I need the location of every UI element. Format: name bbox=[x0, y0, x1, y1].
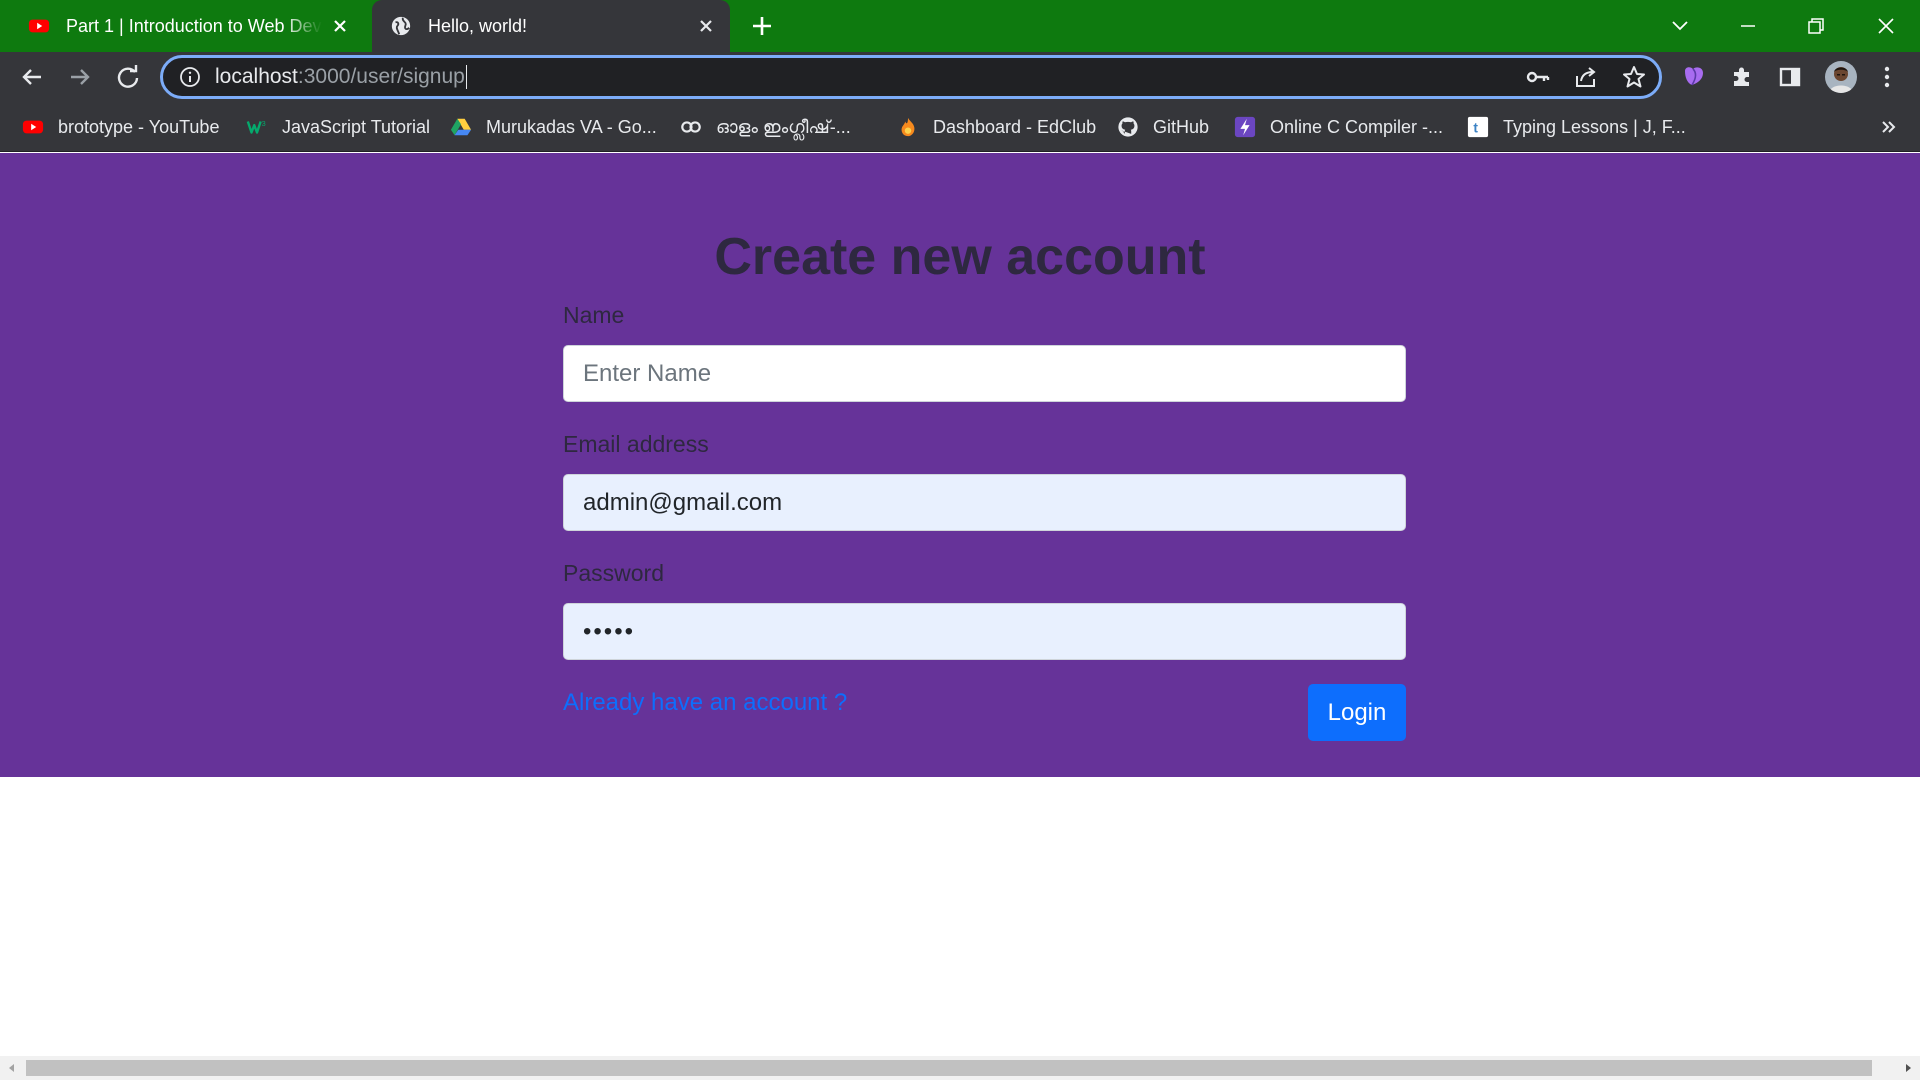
signup-page: Create new account Name Email address Pa… bbox=[0, 153, 1920, 777]
avatar-image bbox=[1825, 61, 1857, 93]
address-bar[interactable]: localhost:3000/user/signup bbox=[160, 55, 1662, 99]
bookmark-olam[interactable]: ഓളം ഇംഗ്ലീഷ്-... bbox=[680, 102, 851, 152]
email-input[interactable] bbox=[563, 474, 1406, 531]
scroll-left-icon[interactable] bbox=[4, 1060, 20, 1076]
menu-kebab-icon[interactable] bbox=[1871, 61, 1903, 93]
typing-icon: t bbox=[1467, 116, 1489, 138]
tab-youtube[interactable]: Part 1 | Introduction to Web Development bbox=[0, 0, 364, 52]
github-icon bbox=[1118, 117, 1138, 137]
side-panel-icon[interactable] bbox=[1774, 61, 1806, 93]
edclub-icon bbox=[901, 117, 915, 137]
info-icon[interactable] bbox=[179, 66, 201, 88]
bookmarks-bar: brototype - YouTube 3 JavaScript Tutoria… bbox=[0, 102, 1920, 152]
bookmark-star-icon[interactable] bbox=[1621, 64, 1647, 90]
bookmark-label: ഓളം ഇംഗ്ലീഷ്-... bbox=[716, 116, 851, 137]
tab-title: Part 1 | Introduction to Web Development bbox=[66, 15, 322, 36]
svg-text:t: t bbox=[1473, 121, 1478, 136]
extension-color-icon[interactable] bbox=[1678, 61, 1710, 93]
bookmark-edclub[interactable]: Dashboard - EdClub bbox=[897, 102, 1096, 152]
url-host: localhost bbox=[215, 64, 298, 88]
bookmark-label: JavaScript Tutorial bbox=[282, 116, 431, 137]
scroll-right-icon[interactable] bbox=[1900, 1060, 1916, 1076]
svg-text:3: 3 bbox=[262, 119, 266, 128]
password-label: Password bbox=[563, 560, 664, 586]
bookmark-label: Typing Lessons | J, F... bbox=[1503, 116, 1686, 137]
browser-toolbar: localhost:3000/user/signup bbox=[0, 52, 1920, 102]
close-window-icon[interactable] bbox=[1870, 10, 1902, 42]
restore-icon[interactable] bbox=[1800, 10, 1832, 42]
text-cursor bbox=[465, 65, 467, 90]
bookmark-murukadas[interactable]: Murukadas VA - Go... bbox=[450, 102, 657, 152]
bookmark-github[interactable]: GitHub bbox=[1117, 102, 1209, 152]
close-tab-icon[interactable] bbox=[696, 16, 716, 36]
tab-title: Hello, world! bbox=[428, 15, 528, 36]
globe-icon bbox=[391, 16, 411, 36]
new-tab-icon[interactable] bbox=[748, 12, 776, 40]
minimize-icon[interactable] bbox=[1732, 10, 1764, 42]
scrollbar-thumb[interactable] bbox=[26, 1060, 1872, 1076]
bookmark-online-c-compiler[interactable]: Online C Compiler -... bbox=[1234, 102, 1443, 152]
forward-icon[interactable] bbox=[64, 61, 96, 93]
bookmark-label: Dashboard - EdClub bbox=[933, 116, 1097, 137]
url-path: :3000/user/signup bbox=[297, 64, 465, 88]
key-icon[interactable] bbox=[1525, 64, 1551, 90]
name-input[interactable] bbox=[563, 345, 1406, 402]
compiler-icon bbox=[1234, 116, 1256, 138]
w3schools-icon: 3 bbox=[246, 119, 266, 134]
more-bookmarks-icon[interactable] bbox=[1876, 114, 1902, 140]
back-icon[interactable] bbox=[16, 61, 48, 93]
bookmark-typing-lessons[interactable]: t Typing Lessons | J, F... bbox=[1467, 102, 1686, 152]
email-label: Email address bbox=[563, 431, 709, 457]
bookmark-label: GitHub bbox=[1153, 116, 1210, 137]
extensions-icon[interactable] bbox=[1726, 61, 1758, 93]
share-icon[interactable] bbox=[1573, 64, 1599, 90]
bookmark-label: Online C Compiler -... bbox=[1270, 116, 1444, 137]
bookmark-label: brototype - YouTube bbox=[58, 116, 220, 137]
login-button[interactable]: Login bbox=[1308, 684, 1406, 741]
youtube-icon bbox=[22, 120, 44, 134]
profile-avatar[interactable] bbox=[1825, 61, 1857, 93]
horizontal-scrollbar[interactable] bbox=[0, 1056, 1920, 1080]
tab-hello-world[interactable]: Hello, world! bbox=[372, 0, 730, 52]
already-have-account-link[interactable]: Already have an account ? bbox=[563, 689, 847, 717]
url-text[interactable]: localhost:3000/user/signup bbox=[215, 64, 467, 90]
olam-icon bbox=[681, 121, 701, 133]
page-title: Create new account bbox=[714, 228, 1206, 286]
bookmark-label: Murukadas VA - Go... bbox=[486, 116, 657, 137]
google-drive-icon bbox=[450, 118, 472, 136]
password-input[interactable] bbox=[563, 603, 1406, 660]
bookmark-javascript-tutorial[interactable]: 3 JavaScript Tutorial bbox=[246, 102, 430, 152]
name-label: Name bbox=[563, 302, 625, 328]
reload-icon[interactable] bbox=[112, 61, 144, 93]
close-tab-icon[interactable] bbox=[330, 16, 350, 36]
tab-strip: Part 1 | Introduction to Web Development… bbox=[0, 0, 1920, 52]
tab-search-icon[interactable] bbox=[1664, 10, 1696, 42]
bookmark-brototype[interactable]: brototype - YouTube bbox=[22, 102, 219, 152]
youtube-icon bbox=[28, 19, 50, 33]
